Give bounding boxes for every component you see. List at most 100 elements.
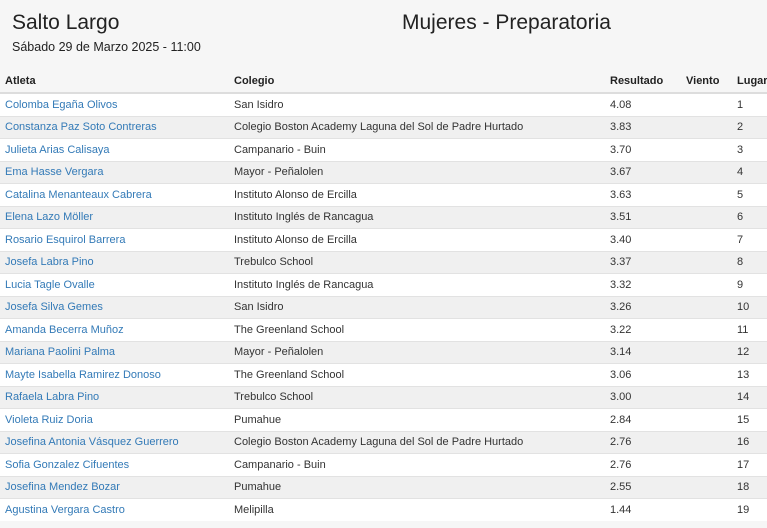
table-row: Julieta Arias Calisaya Campanario - Buin 3… <box>0 138 767 161</box>
athlete-cell: Constanza Paz Soto Contreras <box>0 115 229 139</box>
results-table: Atleta Colegio Resultado Viento Lugar Co… <box>0 70 767 521</box>
resultado-cell: 2.55 <box>605 475 681 499</box>
column-header-resultado: Resultado <box>605 70 681 94</box>
athlete-cell: Josefina Mendez Bozar <box>0 475 229 499</box>
athlete-cell: Josefa Labra Pino <box>0 250 229 274</box>
lugar-cell: 14 <box>732 385 767 409</box>
results-page: Salto Largo Mujeres - Preparatoria Sábad… <box>0 0 767 528</box>
table-row: Rosario Esquirol Barrera Instituto Alonso… <box>0 228 767 251</box>
table-row: Elena Lazo Möller Instituto Inglés de Ran… <box>0 205 767 229</box>
athlete-link[interactable]: Mayte Isabella Ramirez Donoso <box>5 369 161 381</box>
lugar-cell: 12 <box>732 340 767 364</box>
lugar-cell: 18 <box>732 475 767 499</box>
lugar-cell: 2 <box>732 115 767 139</box>
resultado-cell: 4.08 <box>605 92 681 116</box>
athlete-link[interactable]: Josefina Antonia Vásquez Guerrero <box>5 436 179 448</box>
table-row: Colomba Egaña Olivos San Isidro 4.08 1 <box>0 92 767 116</box>
colegio-cell: Instituto Inglés de Rancagua <box>229 273 605 296</box>
column-header-colegio: Colegio <box>229 70 605 94</box>
athlete-link[interactable]: Josefa Silva Gemes <box>5 301 103 313</box>
viento-cell <box>681 408 732 431</box>
resultado-cell: 2.76 <box>605 453 681 476</box>
resultado-cell: 3.06 <box>605 363 681 386</box>
athlete-link[interactable]: Sofia Gonzalez Cifuentes <box>5 459 129 471</box>
column-header-atleta: Atleta <box>0 70 229 94</box>
lugar-cell: 5 <box>732 183 767 206</box>
athlete-link[interactable]: Elena Lazo Möller <box>5 211 93 223</box>
athlete-link[interactable]: Violeta Ruiz Doria <box>5 414 93 426</box>
viento-cell <box>681 340 732 364</box>
resultado-cell: 3.40 <box>605 228 681 251</box>
viento-cell <box>681 363 732 386</box>
athlete-cell: Mariana Paolini Palma <box>0 340 229 364</box>
athlete-cell: Catalina Menanteaux Cabrera <box>0 183 229 206</box>
athlete-cell: Josefina Antonia Vásquez Guerrero <box>0 430 229 454</box>
colegio-cell: Trebulco School <box>229 385 605 409</box>
viento-cell <box>681 228 732 251</box>
viento-cell <box>681 92 732 116</box>
viento-cell <box>681 385 732 409</box>
athlete-cell: Violeta Ruiz Doria <box>0 408 229 431</box>
colegio-cell: San Isidro <box>229 92 605 116</box>
colegio-cell: Instituto Alonso de Ercilla <box>229 228 605 251</box>
viento-cell <box>681 430 732 454</box>
athlete-link[interactable]: Josefa Labra Pino <box>5 256 94 268</box>
athlete-link[interactable]: Amanda Becerra Muñoz <box>5 324 124 336</box>
athlete-cell: Julieta Arias Calisaya <box>0 138 229 161</box>
viento-cell <box>681 250 732 274</box>
athlete-cell: Amanda Becerra Muñoz <box>0 318 229 341</box>
viento-cell <box>681 138 732 161</box>
viento-cell <box>681 498 732 521</box>
column-header-viento: Viento <box>681 70 732 94</box>
resultado-cell: 3.67 <box>605 160 681 184</box>
colegio-cell: Pumahue <box>229 408 605 431</box>
athlete-link[interactable]: Rafaela Labra Pino <box>5 391 99 403</box>
colegio-cell: Pumahue <box>229 475 605 499</box>
lugar-cell: 19 <box>732 498 767 521</box>
viento-cell <box>681 475 732 499</box>
header-row: Atleta Colegio Resultado Viento Lugar <box>0 70 767 94</box>
lugar-cell: 9 <box>732 273 767 296</box>
table-row: Josefina Antonia Vásquez Guerrero Colegio… <box>0 430 767 454</box>
resultado-cell: 3.83 <box>605 115 681 139</box>
colegio-cell: Instituto Alonso de Ercilla <box>229 183 605 206</box>
athlete-link[interactable]: Mariana Paolini Palma <box>5 346 115 358</box>
resultado-cell: 3.32 <box>605 273 681 296</box>
colegio-cell: Mayor - Peñalolen <box>229 340 605 364</box>
resultado-cell: 3.70 <box>605 138 681 161</box>
athlete-link[interactable]: Constanza Paz Soto Contreras <box>5 121 157 133</box>
athlete-link[interactable]: Julieta Arias Calisaya <box>5 144 110 156</box>
resultado-cell: 3.14 <box>605 340 681 364</box>
athlete-link[interactable]: Catalina Menanteaux Cabrera <box>5 189 152 201</box>
athlete-link[interactable]: Lucia Tagle Ovalle <box>5 279 95 291</box>
table-row: Violeta Ruiz Doria Pumahue 2.84 15 <box>0 408 767 431</box>
athlete-link[interactable]: Josefina Mendez Bozar <box>5 481 120 493</box>
athlete-link[interactable]: Ema Hasse Vergara <box>5 166 103 178</box>
resultado-cell: 3.37 <box>605 250 681 274</box>
resultado-cell: 3.00 <box>605 385 681 409</box>
colegio-cell: Instituto Inglés de Rancagua <box>229 205 605 229</box>
lugar-cell: 16 <box>732 430 767 454</box>
athlete-cell: Elena Lazo Möller <box>0 205 229 229</box>
resultado-cell: 3.51 <box>605 205 681 229</box>
colegio-cell: Melipilla <box>229 498 605 521</box>
table-row: Ema Hasse Vergara Mayor - Peñalolen 3.67 4 <box>0 160 767 184</box>
athlete-link[interactable]: Rosario Esquirol Barrera <box>5 234 125 246</box>
resultado-cell: 1.44 <box>605 498 681 521</box>
viento-cell <box>681 160 732 184</box>
table-row: Lucia Tagle Ovalle Instituto Inglés de Ra… <box>0 273 767 296</box>
athlete-cell: Agustina Vergara Castro <box>0 498 229 521</box>
athlete-link[interactable]: Agustina Vergara Castro <box>5 504 125 516</box>
table-row: Amanda Becerra Muñoz The Greenland School… <box>0 318 767 341</box>
lugar-cell: 7 <box>732 228 767 251</box>
viento-cell <box>681 295 732 319</box>
athlete-link[interactable]: Colomba Egaña Olivos <box>5 99 118 111</box>
resultado-cell: 3.63 <box>605 183 681 206</box>
colegio-cell: Campanario - Buin <box>229 138 605 161</box>
lugar-cell: 17 <box>732 453 767 476</box>
table-row: Catalina Menanteaux Cabrera Instituto Alo… <box>0 183 767 206</box>
lugar-cell: 3 <box>732 138 767 161</box>
colegio-cell: Trebulco School <box>229 250 605 274</box>
results-table-body: Colomba Egaña Olivos San Isidro 4.08 1 Const… <box>0 92 767 521</box>
resultado-cell: 3.26 <box>605 295 681 319</box>
